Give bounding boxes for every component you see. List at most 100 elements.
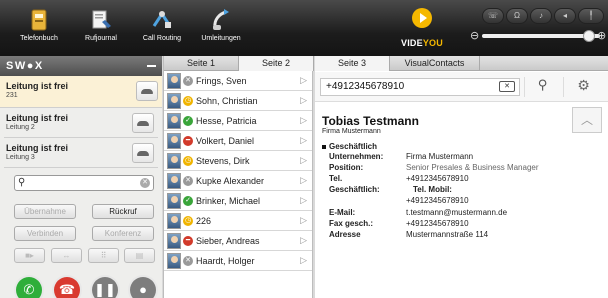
detail-value: +4912345678910 <box>406 174 469 183</box>
detail-row: Fax gesch.: +4912345678910 <box>329 219 599 230</box>
backspace-icon[interactable]: ✕ <box>499 81 515 92</box>
contact-name: Haardt, Holger <box>196 256 255 266</box>
tab-page-2[interactable]: Seite 2 <box>239 56 314 71</box>
chevron-right-icon[interactable]: ▷ <box>300 195 307 206</box>
section-business: Geschäftlich <box>322 142 377 151</box>
contact-name: Sieber, Andreas <box>196 236 260 246</box>
volume-slider-handle[interactable] <box>583 30 595 42</box>
minimize-icon[interactable] <box>147 65 156 67</box>
line-item-2[interactable]: Leitung ist frei Leitung 2 <box>4 108 158 138</box>
contact-name: Volkert, Daniel <box>196 136 255 146</box>
detail-tabs: Seite 3 VisualContacts <box>315 56 608 71</box>
record-icon: ▤ <box>135 251 144 260</box>
presence-available-icon: ✓ <box>183 196 193 206</box>
chevron-right-icon[interactable]: ▷ <box>300 175 307 186</box>
presence-busy-time-icon: ◷ <box>183 156 193 166</box>
videyou-play-icon <box>412 8 432 28</box>
swyx-header: SW●X <box>0 56 162 76</box>
avatar <box>167 253 181 269</box>
video-button[interactable]: ■▸ <box>14 248 45 263</box>
dial-search-input[interactable]: ⚲ ✕ <box>14 175 154 191</box>
callback-button[interactable]: Rückruf <box>92 204 154 219</box>
call-routing-button[interactable]: Call Routing <box>134 4 190 52</box>
gear-icon: ⚙ <box>577 77 590 93</box>
detail-row: Position: Senior Presales & Business Mana… <box>329 163 599 174</box>
contact-row[interactable]: ✓ Brinker, Michael ▷ <box>164 191 312 211</box>
contact-row[interactable]: ✓ Hesse, Patricia ▷ <box>164 111 312 131</box>
contact-row[interactable]: ━ Sieber, Andreas ▷ <box>164 231 312 251</box>
chevron-right-icon[interactable]: ▷ <box>300 235 307 246</box>
contact-row[interactable]: ✕ Haardt, Holger ▷ <box>164 251 312 271</box>
collapse-button[interactable]: ︿ <box>572 107 602 133</box>
avatar <box>167 173 181 189</box>
volume-plus-icon[interactable]: ⊕ <box>597 29 606 42</box>
contact-row[interactable]: ◷ 226 ▷ <box>164 211 312 231</box>
contact-detail-panel: Seite 3 VisualContacts +4912345678910 ✕ … <box>315 56 608 298</box>
line-item-1[interactable]: Leitung ist frei 231 <box>0 76 162 108</box>
speaker-button[interactable]: ◂ <box>554 8 576 24</box>
keypad-button[interactable]: ⠿ <box>88 248 119 263</box>
number-input[interactable]: +4912345678910 ✕ <box>320 78 520 96</box>
chevron-right-icon[interactable]: ▷ <box>300 135 307 146</box>
chevron-right-icon[interactable]: ▷ <box>300 215 307 226</box>
detail-key: Geschäftlich: <box>329 185 380 194</box>
accept-call-button[interactable]: ✆ <box>14 275 44 298</box>
speed-dial-panel: Seite 1 Seite 2 ✕ Frings, Sven ▷ ◷ Sohn, Chr… <box>163 56 314 298</box>
call-routing-icon <box>152 11 172 28</box>
detail-key: Adresse <box>329 230 361 239</box>
transfer-button[interactable]: ↔ <box>51 248 82 263</box>
line-item-3[interactable]: Leitung ist frei Leitung 3 <box>4 138 158 168</box>
tab-visual-contacts[interactable]: VisualContacts <box>390 56 480 71</box>
chevron-right-icon[interactable]: ▷ <box>300 115 307 126</box>
clear-icon[interactable]: ✕ <box>140 178 150 188</box>
handset-icon[interactable] <box>132 143 154 163</box>
contact-name: Sohn, Christian <box>196 96 258 106</box>
contact-name: Stevens, Dirk <box>196 156 250 166</box>
videyou-wordmark: VIDEYOU <box>393 38 451 48</box>
detail-row: Adresse Mustermannstraße 114 <box>329 230 599 241</box>
phonebook-button[interactable]: Telefonbuch <box>10 4 68 52</box>
mute-mic-button[interactable]: ♪ <box>530 8 552 24</box>
microphone-button[interactable]: ╿ <box>578 8 604 24</box>
contact-row[interactable]: ◷ Stevens, Dirk ▷ <box>164 151 312 171</box>
chevron-right-icon[interactable]: ▷ <box>300 155 307 166</box>
transfer-icon: ↔ <box>62 251 71 260</box>
chevron-right-icon[interactable]: ▷ <box>300 75 307 86</box>
contact-row[interactable]: ━ Volkert, Daniel ▷ <box>164 131 312 151</box>
call-journal-button[interactable]: Rufjournal <box>75 4 127 52</box>
forwarding-button[interactable]: Umleitungen <box>193 4 249 52</box>
detail-key: Unternehmen: <box>329 152 384 161</box>
tab-page-3[interactable]: Seite 3 <box>315 56 390 71</box>
headset-button[interactable]: Ω <box>506 8 528 24</box>
settings-button[interactable]: ⚙ <box>563 77 603 97</box>
takeover-button[interactable]: Übernahme <box>14 204 76 219</box>
connect-button[interactable]: Verbinden <box>14 226 76 241</box>
detail-value[interactable]: t.testmann@mustermann.de <box>406 208 507 217</box>
tab-page-1[interactable]: Seite 1 <box>164 56 239 71</box>
contact-row[interactable]: ✕ Frings, Sven ▷ <box>164 71 312 91</box>
presence-away-icon: ✕ <box>183 256 193 266</box>
detail-row: +4912345678910 <box>329 196 599 207</box>
search-button[interactable]: ⚲ <box>524 77 560 97</box>
volume-minus-icon[interactable]: ⊖ <box>470 29 479 42</box>
hangup-phone-icon: ☎ <box>54 277 80 298</box>
conference-button[interactable]: Konferenz <box>92 226 154 241</box>
detail-row: Geschäftlich: Tel. Mobil: <box>329 185 599 196</box>
chevron-right-icon[interactable]: ▷ <box>300 255 307 266</box>
call-control-phone-button[interactable]: ☏ <box>482 8 504 24</box>
presence-available-icon: ✓ <box>183 116 193 126</box>
avatar <box>167 73 181 89</box>
video-camera-icon: ■▸ <box>25 251 34 260</box>
record-call-button[interactable]: ● <box>128 275 158 298</box>
handset-icon[interactable] <box>132 113 154 133</box>
contact-row[interactable]: ✕ Kupke Alexander ▷ <box>164 171 312 191</box>
detail-value: +4912345678910 <box>406 219 469 228</box>
contact-row[interactable]: ◷ Sohn, Christian ▷ <box>164 91 312 111</box>
hangup-button[interactable]: ☎ <box>52 275 82 298</box>
hold-button[interactable]: ❚❚ <box>90 275 120 298</box>
handset-icon[interactable] <box>136 81 158 101</box>
record-button[interactable]: ▤ <box>124 248 155 263</box>
detail-row: E-Mail: t.testmann@mustermann.de <box>329 208 599 219</box>
chevron-right-icon[interactable]: ▷ <box>300 95 307 106</box>
avatar <box>167 133 181 149</box>
